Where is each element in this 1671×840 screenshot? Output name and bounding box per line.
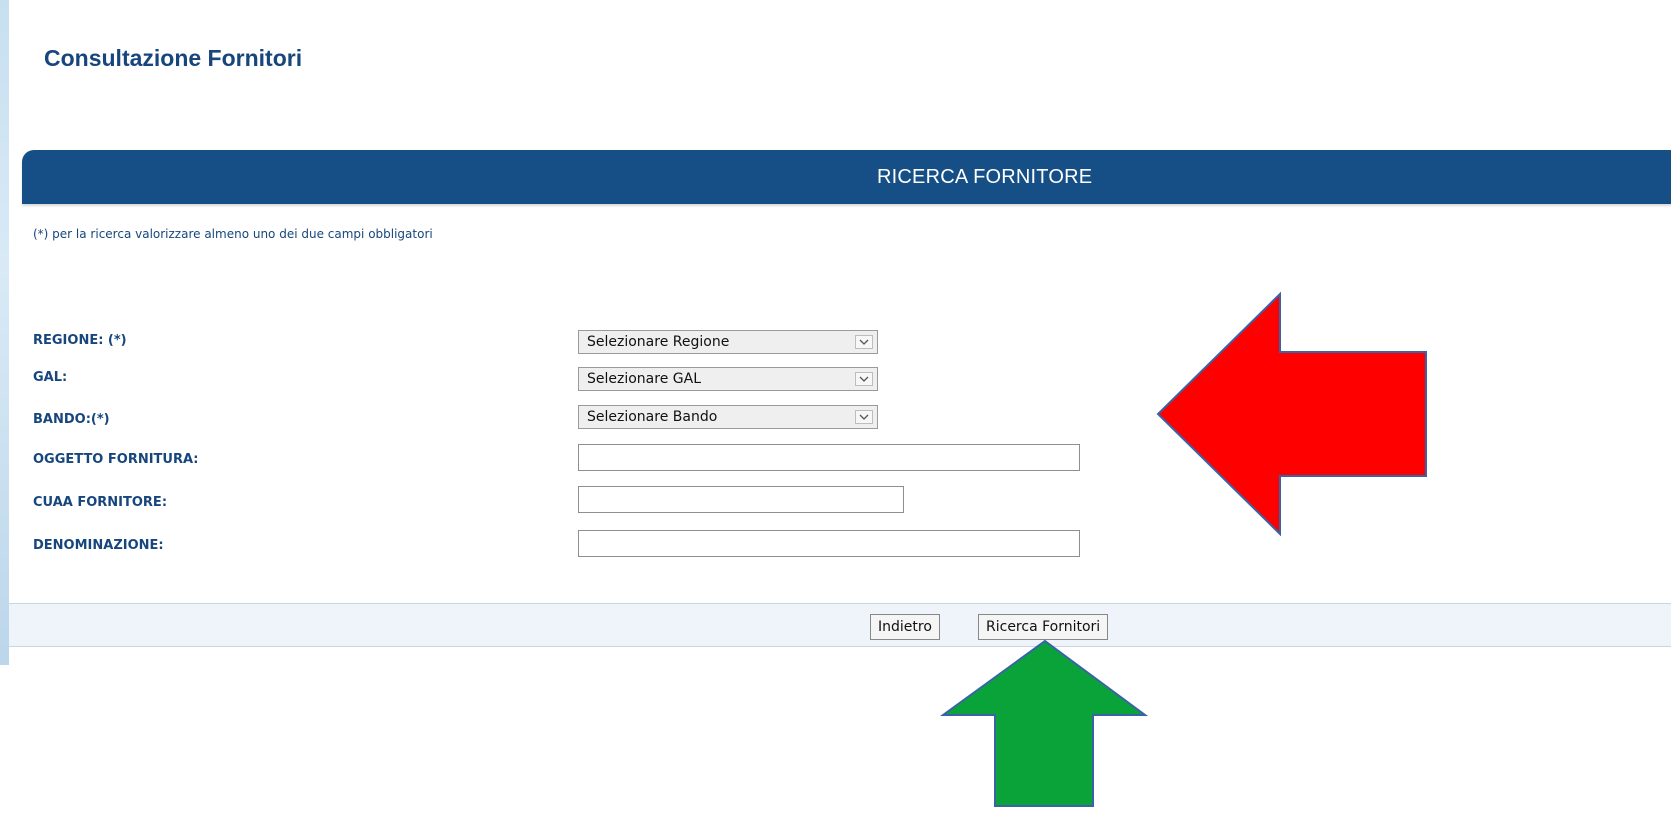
gal-select[interactable]: Selezionare GAL (578, 367, 878, 391)
form-actions-bar (9, 603, 1671, 647)
cuaa-fornitore-label: CUAA FORNITORE: (33, 495, 168, 510)
oggetto-fornitura-label: OGGETTO FORNITURA: (33, 452, 199, 467)
denominazione-label: DENOMINAZIONE: (33, 538, 164, 553)
left-decorative-strip (0, 0, 9, 665)
page: Consultazione Fornitori RICERCA FORNITOR… (0, 0, 1671, 840)
chevron-down-icon[interactable] (855, 410, 873, 424)
up-pointing-arrow-icon (940, 639, 1149, 807)
left-pointing-arrow-icon (1156, 291, 1427, 537)
bando-select[interactable]: Selezionare Bando (578, 405, 878, 429)
bando-label: BANDO:(*) (33, 412, 110, 427)
section-header-title: RICERCA FORNITORE (877, 166, 1093, 188)
gal-select-value: Selezionare GAL (587, 371, 701, 387)
chevron-down-icon[interactable] (855, 335, 873, 349)
back-button[interactable]: Indietro (870, 614, 940, 640)
oggetto-fornitura-input[interactable] (578, 444, 1080, 471)
bando-select-value: Selezionare Bando (587, 409, 718, 425)
regione-select[interactable]: Selezionare Regione (578, 330, 878, 354)
page-title: Consultazione Fornitori (44, 45, 303, 71)
search-suppliers-button[interactable]: Ricerca Fornitori (978, 614, 1109, 640)
cuaa-fornitore-input[interactable] (578, 486, 904, 513)
denominazione-input[interactable] (578, 530, 1080, 557)
regione-label: REGIONE: (*) (33, 333, 127, 348)
gal-label: GAL: (33, 370, 68, 385)
chevron-down-icon[interactable] (855, 372, 873, 386)
section-header-bar (22, 150, 1671, 204)
regione-select-value: Selezionare Regione (587, 334, 730, 350)
required-fields-note: (*) per la ricerca valorizzare almeno un… (33, 227, 433, 241)
